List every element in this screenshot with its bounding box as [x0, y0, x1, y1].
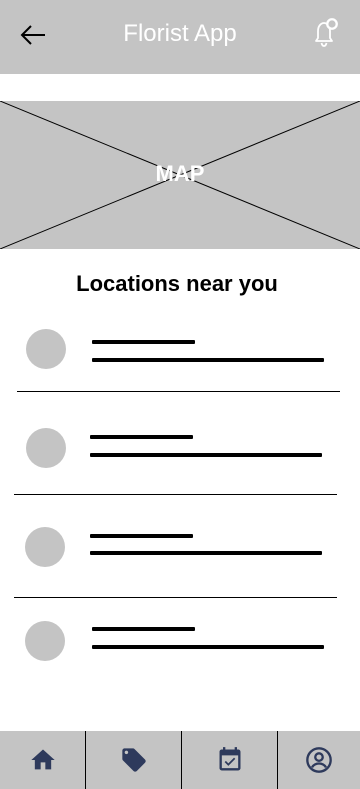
- location-avatar: [25, 527, 65, 567]
- app-header: Florist App: [0, 0, 360, 74]
- map-label: MAP: [155, 161, 205, 186]
- divider: [14, 494, 337, 495]
- app-title: Florist App: [123, 20, 237, 47]
- location-avatar: [26, 329, 66, 369]
- bottom-nav: [0, 731, 360, 789]
- divider: [14, 597, 337, 598]
- tag-icon: [121, 748, 146, 772]
- location-avatar: [25, 621, 65, 661]
- nav-bookings[interactable]: [182, 731, 278, 789]
- location-avatar: [26, 428, 66, 468]
- nav-offers[interactable]: [86, 731, 182, 789]
- location-name-placeholder: [90, 435, 193, 439]
- nav-account[interactable]: [278, 731, 360, 789]
- bell-icon: [315, 18, 338, 47]
- location-name-placeholder: [90, 534, 193, 538]
- section-title: Locations near you: [76, 271, 278, 296]
- account-circle-icon: [306, 747, 332, 773]
- calendar-check-icon: [219, 747, 240, 771]
- location-name-placeholder: [92, 627, 195, 631]
- notifications-button[interactable]: [308, 16, 342, 50]
- location-detail-placeholder: [90, 453, 322, 457]
- divider: [17, 391, 340, 392]
- map-placeholder[interactable]: MAP: [0, 101, 360, 249]
- location-name-placeholder: [92, 340, 195, 344]
- home-icon: [30, 749, 55, 770]
- location-detail-placeholder: [92, 358, 324, 362]
- location-detail-placeholder: [90, 551, 322, 555]
- location-detail-placeholder: [92, 645, 324, 649]
- nav-home[interactable]: [0, 731, 86, 789]
